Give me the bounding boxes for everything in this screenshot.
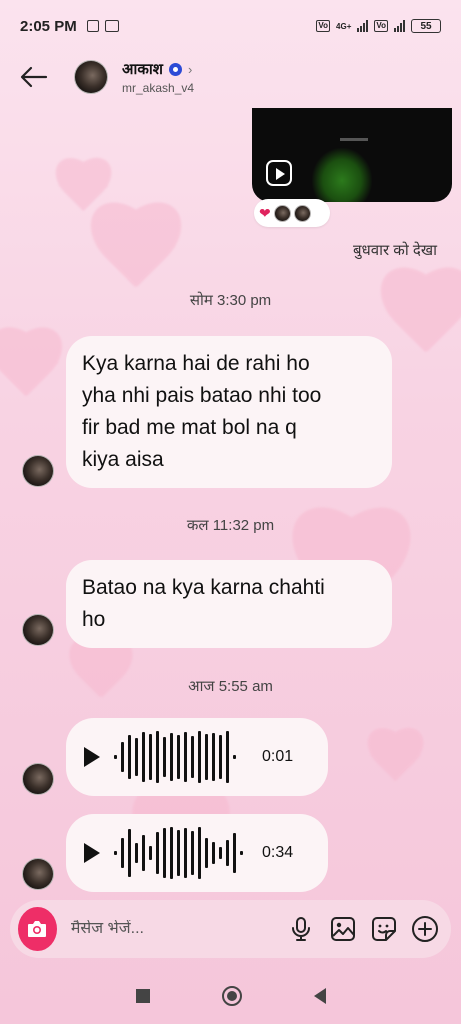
- message-line: kiya aisa: [82, 448, 164, 471]
- heart-decoration: [360, 730, 430, 792]
- voice-duration: 0:01: [262, 748, 294, 765]
- camera-icon: [28, 921, 47, 937]
- waveform: [114, 825, 250, 881]
- timestamp: कल 11:32 pm: [186, 517, 275, 534]
- sticker-button[interactable]: [366, 909, 401, 949]
- chat-header: आकाश › mr_akash_v4: [0, 52, 461, 102]
- avatar[interactable]: [74, 60, 108, 94]
- volte-icon: Vo: [316, 20, 331, 32]
- heart-decoration: [60, 640, 140, 710]
- sticker-icon: [372, 917, 397, 941]
- add-button[interactable]: [408, 909, 443, 949]
- heart-decoration: [0, 330, 70, 410]
- heart-decoration: [48, 160, 118, 222]
- status-left-icons: [86, 20, 119, 32]
- status-bar: 2:05 PM Vo 4G+ Vo 55: [0, 0, 461, 52]
- back-button[interactable]: [18, 61, 50, 93]
- voice-duration: 0:34: [262, 844, 294, 861]
- message-composer: [10, 900, 451, 958]
- user-info[interactable]: आकाश › mr_akash_v4: [122, 59, 194, 95]
- reel-icon: [266, 160, 292, 186]
- message-line: Batao na kya karna chahti: [82, 576, 325, 599]
- volte-icon: Vo: [374, 20, 388, 32]
- home-button[interactable]: [221, 986, 242, 1006]
- battery-icon: 55: [411, 19, 441, 33]
- user-name: आकाश: [122, 61, 163, 78]
- gallery-button[interactable]: [325, 909, 360, 949]
- recents-button[interactable]: [135, 989, 150, 1003]
- system-nav-bar: [0, 968, 461, 1024]
- gallery-icon: [330, 917, 355, 941]
- network-type: 4G+: [336, 21, 352, 31]
- reel-thumbnail: [312, 148, 372, 202]
- heart-icon: ❤: [259, 204, 271, 221]
- avatar: [293, 204, 311, 222]
- status-time: 2:05 PM: [20, 17, 77, 35]
- back-arrow-icon: [20, 66, 48, 88]
- microphone-button[interactable]: [284, 909, 319, 949]
- message-line: fir bad me mat bol na q: [82, 416, 297, 439]
- shared-reel[interactable]: [252, 108, 452, 202]
- message-bubble[interactable]: Batao na kya karna chahti ho: [66, 560, 392, 648]
- status-right-icons: Vo 4G+ Vo 55: [316, 19, 441, 33]
- verified-badge-icon: [168, 62, 182, 76]
- timestamp: सोम 3:30 pm: [189, 292, 272, 309]
- avatar[interactable]: [22, 763, 54, 795]
- plus-circle-icon: [412, 916, 439, 942]
- message-line: yha nhi pais batao nhi too: [82, 384, 322, 407]
- user-handle: mr_akash_v4: [122, 81, 195, 95]
- avatar[interactable]: [22, 455, 54, 487]
- microphone-icon: [292, 917, 311, 941]
- signal-icon: [357, 20, 369, 32]
- avatar[interactable]: [22, 614, 54, 646]
- chevron-right-icon: ›: [187, 61, 193, 77]
- avatar: [273, 204, 291, 222]
- message-bubble[interactable]: Kya karna hai de rahi ho yha nhi pais ba…: [66, 336, 392, 488]
- seen-status: बुधवार को देखा: [352, 242, 437, 259]
- avatar[interactable]: [22, 858, 54, 890]
- message-input[interactable]: [70, 920, 278, 938]
- app-icon: [104, 20, 119, 32]
- message-line: Kya karna hai de rahi ho: [82, 352, 310, 375]
- signal-icon: [394, 20, 405, 32]
- camera-button[interactable]: [18, 907, 57, 951]
- reactions-pill[interactable]: ❤: [254, 199, 330, 227]
- back-nav-button[interactable]: [313, 988, 326, 1004]
- message-line: ho: [82, 608, 106, 631]
- voice-note[interactable]: 0:34: [66, 814, 328, 892]
- reel-caption: [340, 138, 368, 141]
- notification-icon: [86, 20, 99, 32]
- play-icon[interactable]: [84, 843, 100, 863]
- waveform: [114, 729, 250, 785]
- voice-note[interactable]: 0:01: [66, 718, 328, 796]
- play-icon[interactable]: [84, 747, 100, 767]
- timestamp: आज 5:55 am: [188, 678, 273, 695]
